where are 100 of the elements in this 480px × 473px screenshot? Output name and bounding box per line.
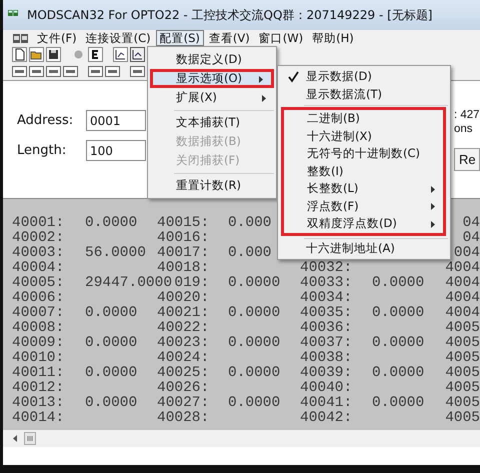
- menu-item[interactable]: 显示选项(O): [150, 69, 274, 88]
- register-value: 29447.0000: [85, 276, 172, 291]
- register-address: 40008:: [12, 321, 64, 336]
- register-address: 40038:: [300, 351, 352, 366]
- menu-item[interactable]: 十六进制地址(A): [280, 240, 448, 257]
- register-value: 0.0000: [228, 276, 280, 291]
- menu-item[interactable]: 扩展(X): [150, 88, 274, 107]
- menu-item[interactable]: 查看(V): [204, 30, 254, 46]
- register-address: 40003:: [12, 246, 64, 261]
- register-address: 4004: [445, 291, 480, 306]
- field-label: Address:: [17, 112, 74, 130]
- menu-item[interactable]: 显示数据流(T): [280, 86, 448, 103]
- format-icon[interactable]: [63, 64, 78, 79]
- menu-item[interactable]: 二进制(B): [284, 110, 443, 128]
- window-title: MODSCAN32 For OPTO22 - 工控技术交流QQ群：207149229 - [无标题]: [27, 7, 432, 24]
- scrollbar-thumb[interactable]: [24, 432, 36, 445]
- format-icon[interactable]: [29, 64, 44, 79]
- format-icon[interactable]: [130, 64, 145, 79]
- menu-item[interactable]: 整数(I): [284, 162, 443, 180]
- register-address: 40042:: [300, 411, 352, 426]
- register-address: 40007:: [12, 306, 64, 321]
- menu-item[interactable]: 重置计数(R): [150, 176, 274, 195]
- register-address: 4005: [445, 396, 480, 411]
- menu-item[interactable]: 文件(F): [33, 30, 81, 46]
- read-button[interactable]: Re: [454, 148, 480, 171]
- menu-item[interactable]: 长整数(L): [284, 180, 443, 198]
- register-address: 40032:: [300, 261, 352, 276]
- register-address: 40039:: [300, 366, 352, 381]
- register-value: 0.0000: [228, 306, 280, 321]
- new-file-icon[interactable]: [12, 47, 27, 62]
- register-address: 40027:: [157, 396, 210, 411]
- register-address: 40021:: [157, 306, 210, 321]
- menu-item[interactable]: 十六进制(X): [284, 128, 443, 145]
- register-address: 40010:: [12, 351, 64, 366]
- submenu-arrow-icon: [431, 203, 435, 210]
- chart-icon[interactable]: [113, 47, 128, 62]
- register-value: 0.0000: [372, 366, 424, 381]
- register-address: 40035:: [300, 306, 352, 321]
- status-text: : 427: [454, 108, 480, 122]
- menu-item[interactable]: 连接设置(C): [82, 30, 155, 46]
- register-value: 0.000: [228, 246, 272, 261]
- field-label: Length:: [17, 142, 68, 160]
- register-address: 40013:: [12, 396, 64, 411]
- menu-item[interactable]: 无符号的十进制数(C): [284, 145, 443, 162]
- input-field[interactable]: 100: [86, 140, 146, 161]
- register-address: 40023:: [157, 336, 210, 351]
- menu-item[interactable]: 浮点数(F): [284, 198, 443, 215]
- status-text: ons: [454, 122, 474, 136]
- menu-item[interactable]: 数据定义(D): [150, 50, 274, 69]
- register-value: 0.0000: [85, 336, 138, 351]
- register-value: 0.0000: [228, 366, 280, 381]
- register-address: 40040:: [300, 381, 352, 396]
- menu-item[interactable]: 窗口(W): [254, 30, 308, 46]
- register-address: 40001:: [12, 216, 64, 231]
- register-address: 40036:: [300, 321, 352, 336]
- register-address: 04: [462, 231, 480, 246]
- document-icon[interactable]: [13, 34, 28, 42]
- chart-icon[interactable]: [130, 47, 145, 62]
- open-folder-icon[interactable]: [29, 47, 44, 62]
- register-value: 0.0000: [372, 306, 424, 321]
- register-value: 0.0000: [228, 336, 280, 351]
- menu-item[interactable]: 显示数据(D): [280, 68, 448, 86]
- register-address: 40017:: [157, 246, 210, 261]
- menu-item[interactable]: 配置(S): [156, 30, 204, 46]
- register-address: 4004: [445, 261, 480, 276]
- register-address: 004: [454, 246, 480, 261]
- register-address: 40022:: [157, 321, 210, 336]
- register-address: 40025:: [157, 366, 210, 381]
- register-address: 40006:: [12, 291, 64, 306]
- menu-item[interactable]: 双精度浮点数(D): [284, 215, 443, 232]
- register-value: 0.0000: [85, 396, 138, 411]
- register-address: 40024:: [157, 351, 210, 366]
- register-address: 40004:: [12, 261, 64, 276]
- input-field[interactable]: 0001: [86, 110, 146, 131]
- register-address: 4005: [445, 351, 480, 366]
- register-value: 0.0000: [228, 396, 280, 411]
- menu-item[interactable]: 帮助(H): [308, 30, 358, 46]
- register-address: 40012:: [12, 381, 64, 396]
- register-value: 56.0000: [85, 246, 146, 261]
- register-address: 4004: [445, 306, 480, 321]
- register-address: 4005: [445, 411, 480, 426]
- register-value: 0.0000: [85, 366, 138, 381]
- register-address: 40005:: [12, 276, 64, 291]
- save-icon[interactable]: [46, 47, 61, 62]
- submenu-arrow-icon: [262, 94, 266, 102]
- register-address: 40011:: [12, 366, 64, 381]
- register-address: 40018:: [157, 261, 210, 276]
- register-address: 40026:: [157, 381, 210, 396]
- format-icon[interactable]: [105, 64, 120, 79]
- register-address: 40034:: [300, 291, 352, 306]
- register-address: 40009:: [12, 336, 64, 351]
- register-address: 40033:: [300, 276, 352, 291]
- format-icon[interactable]: [46, 64, 61, 79]
- register-value: 0.0000: [372, 396, 424, 411]
- register-address: 4005: [445, 336, 480, 351]
- menu-item[interactable]: 文本捕获(T): [150, 113, 274, 132]
- scroll-left-icon[interactable]: [13, 435, 17, 442]
- register-value: 0.0000: [372, 336, 424, 351]
- format-icon[interactable]: [88, 64, 103, 79]
- format-icon[interactable]: [12, 64, 27, 79]
